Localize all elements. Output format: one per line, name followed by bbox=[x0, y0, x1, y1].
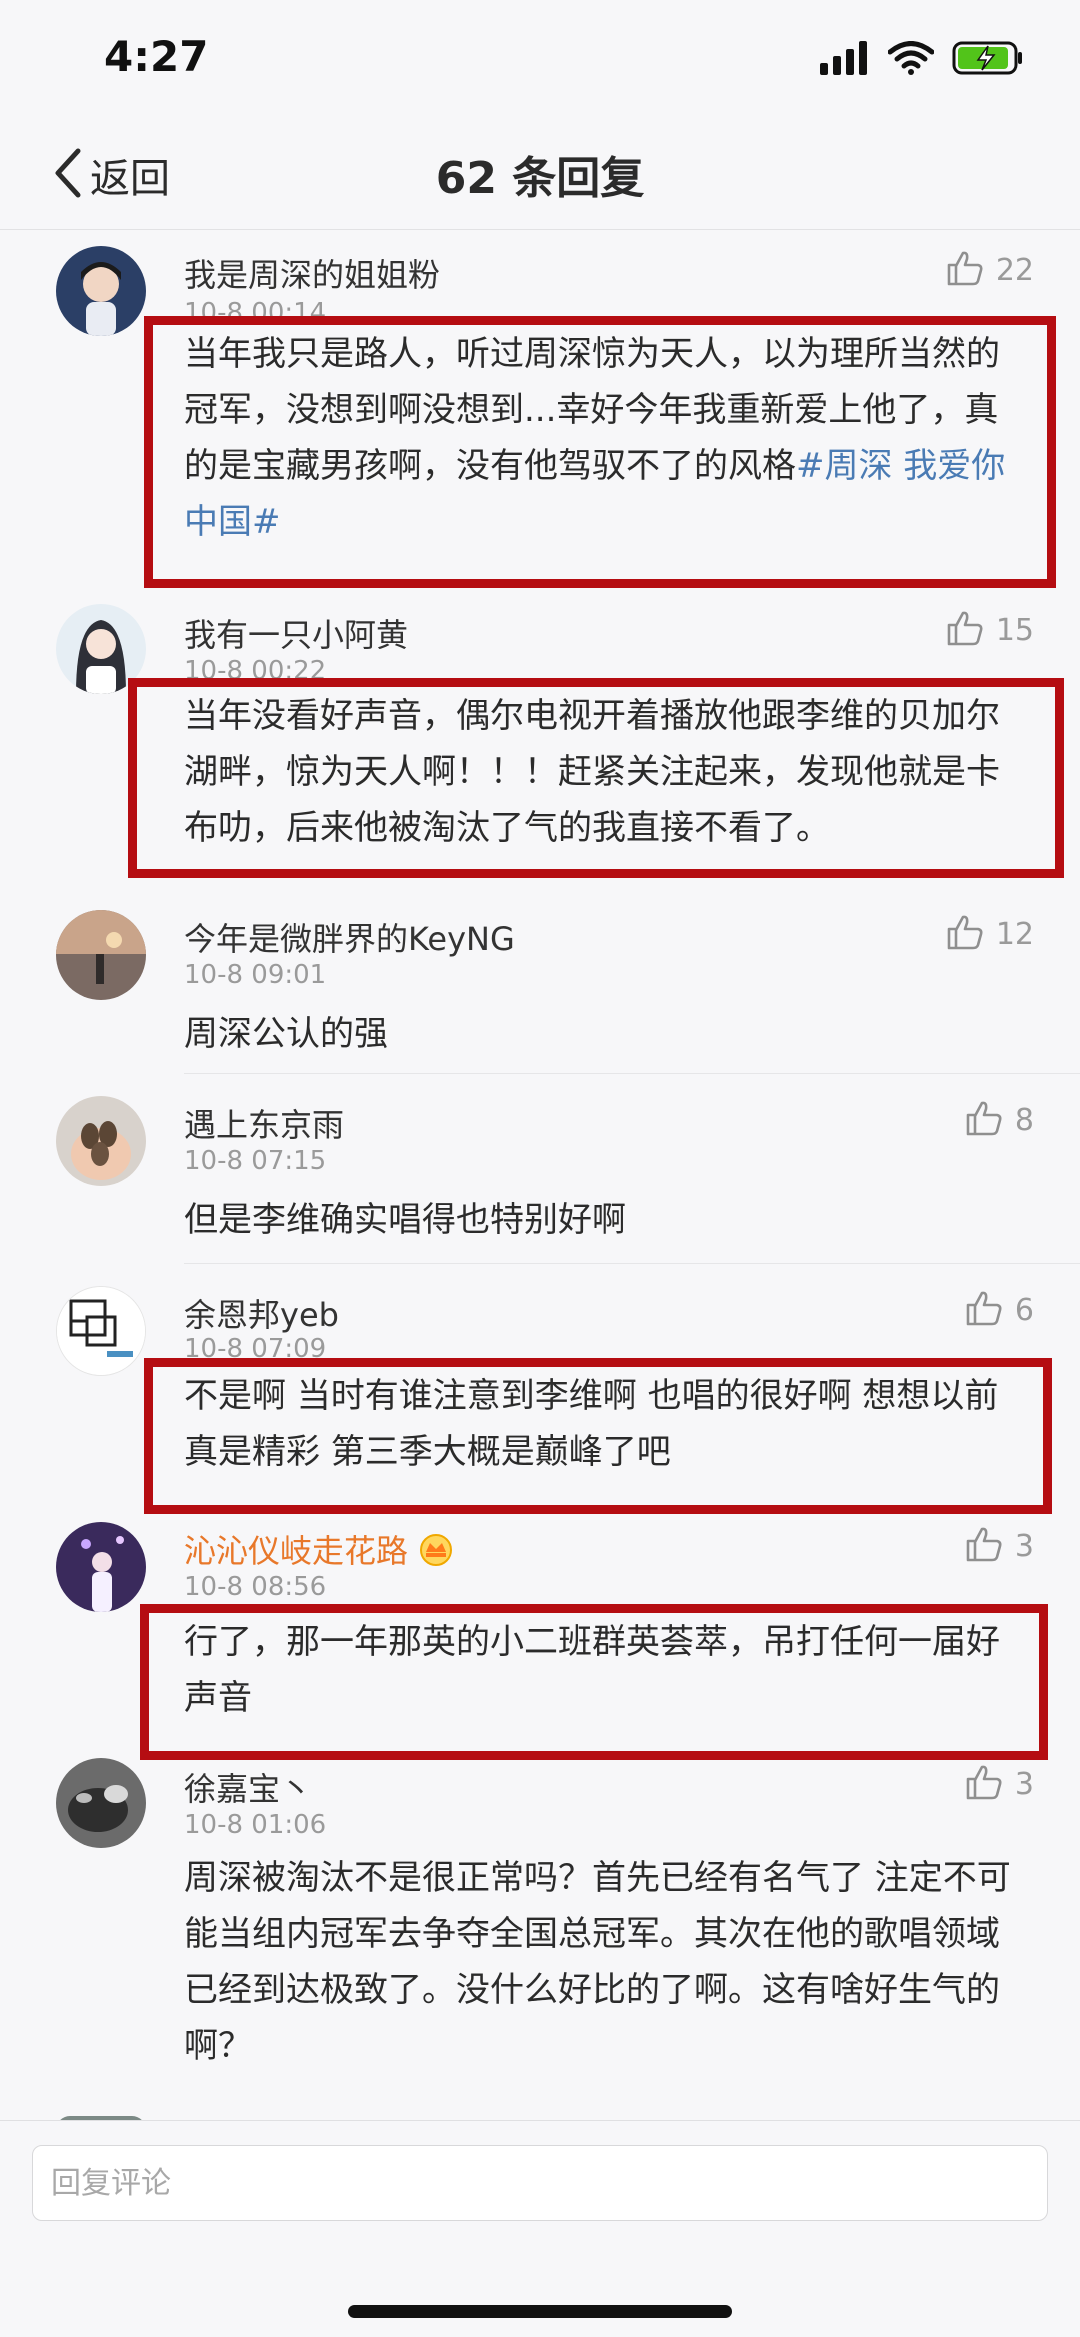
thumb-up-icon bbox=[965, 1100, 1003, 1140]
vip-badge-icon bbox=[416, 1532, 456, 1574]
back-button[interactable]: 返回 bbox=[52, 140, 170, 210]
thumb-up-icon bbox=[965, 1526, 1003, 1566]
divider bbox=[184, 1263, 1080, 1264]
like-count: 12 bbox=[995, 916, 1034, 952]
signal-icon bbox=[820, 41, 870, 79]
timestamp: 10-8 00:14 bbox=[184, 298, 327, 328]
timestamp: 10-8 01:06 bbox=[184, 1810, 327, 1840]
like-count: 22 bbox=[995, 252, 1034, 288]
reply-input[interactable] bbox=[32, 2145, 1048, 2221]
thumb-up-icon bbox=[946, 250, 984, 290]
comment-item: 沁沁仪岐走花路 10-8 08:56 3 行了，那一年那英的小二班群英荟萃，吊打… bbox=[0, 1510, 1080, 1772]
like-button[interactable]: 3 bbox=[965, 1526, 1034, 1566]
like-count: 3 bbox=[1014, 1766, 1034, 1802]
like-button[interactable]: 6 bbox=[965, 1290, 1034, 1330]
avatar[interactable] bbox=[56, 246, 146, 336]
battery-charging-icon bbox=[952, 40, 1024, 80]
back-chevron-icon bbox=[52, 147, 82, 203]
thumb-up-icon bbox=[946, 914, 984, 954]
like-count: 6 bbox=[1014, 1292, 1034, 1328]
back-label: 返回 bbox=[90, 156, 170, 202]
nav-bar: 返回 62 条回复 bbox=[0, 120, 1080, 230]
comment-text: 行了，那一年那英的小二班群英荟萃，吊打任何一届好声音 bbox=[184, 1622, 1000, 1718]
comment-text: 周深公认的强 bbox=[184, 1014, 388, 1054]
username[interactable]: 徐嘉宝丶 bbox=[184, 1764, 312, 1810]
username[interactable]: 遇上东京雨 bbox=[184, 1100, 344, 1146]
like-button[interactable]: 3 bbox=[965, 1764, 1034, 1804]
username[interactable]: 我有一只小阿黄 bbox=[184, 610, 408, 656]
thumb-up-icon bbox=[965, 1290, 1003, 1330]
timestamp: 10-8 07:15 bbox=[184, 1146, 327, 1176]
wifi-icon bbox=[887, 41, 935, 79]
avatar[interactable] bbox=[56, 1758, 146, 1848]
like-button[interactable]: 12 bbox=[946, 914, 1034, 954]
avatar[interactable] bbox=[56, 1096, 146, 1186]
username-text: 沁沁仪岐走花路 bbox=[184, 1532, 409, 1570]
timestamp: 10-8 00:22 bbox=[184, 656, 327, 686]
like-count: 15 bbox=[995, 612, 1034, 648]
like-count: 8 bbox=[1014, 1102, 1034, 1138]
status-time: 4:27 bbox=[104, 32, 209, 81]
username[interactable]: 沁沁仪岐走花路 bbox=[184, 1526, 456, 1574]
status-bar: 4:27 bbox=[0, 0, 1080, 120]
reply-bar bbox=[0, 2120, 1080, 2337]
screen: 4:27 返回 62 条回复 我是周深的姐姐粉 10-8 00:14 22 当年… bbox=[0, 0, 1080, 2337]
comment-text: 当年我只是路人，听过周深惊为天人，以为理所当然的冠军，没想到啊没想到...幸好今… bbox=[184, 326, 1024, 550]
thumb-up-icon bbox=[965, 1764, 1003, 1804]
timestamp: 10-8 09:01 bbox=[184, 960, 327, 990]
timestamp: 10-8 07:09 bbox=[184, 1334, 327, 1364]
comment-item: 今年是微胖界的KeyNG 10-8 09:01 12 周深公认的强 bbox=[0, 896, 1080, 1074]
avatar[interactable] bbox=[56, 1286, 146, 1376]
like-count: 3 bbox=[1014, 1528, 1034, 1564]
thumb-up-icon bbox=[946, 610, 984, 650]
username[interactable]: 今年是微胖界的KeyNG bbox=[184, 914, 515, 960]
divider bbox=[184, 1073, 1080, 1074]
avatar[interactable] bbox=[56, 604, 146, 694]
comment-text: 当年没看好声音，偶尔电视开着播放他跟李维的贝加尔湖畔，惊为天人啊！！！赶紧关注起… bbox=[184, 696, 1000, 848]
comment-text: 但是李维确实唱得也特别好啊 bbox=[184, 1200, 626, 1240]
timestamp: 10-8 08:56 bbox=[184, 1572, 327, 1602]
comment-item: 余恩邦yeb 10-8 07:09 6 不是啊 当时有谁注意到李维啊 也唱的很好… bbox=[0, 1272, 1080, 1530]
like-button[interactable]: 22 bbox=[946, 250, 1034, 290]
avatar[interactable] bbox=[56, 910, 146, 1000]
comment-text: 不是啊 当时有谁注意到李维啊 也唱的很好啊 想想以前真是精彩 第三季大概是巅峰了… bbox=[184, 1376, 999, 1472]
home-indicator bbox=[348, 2305, 732, 2318]
like-button[interactable]: 15 bbox=[946, 610, 1034, 650]
like-button[interactable]: 8 bbox=[965, 1100, 1034, 1140]
comment-text: 周深被淘汰不是很正常吗？首先已经有名气了 注定不可能当组内冠军去争夺全国总冠军。… bbox=[184, 1858, 1011, 2066]
comment-item: 我是周深的姐姐粉 10-8 00:14 22 当年我只是路人，听过周深惊为天人，… bbox=[0, 232, 1080, 588]
avatar[interactable] bbox=[56, 1522, 146, 1612]
comment-item: 徐嘉宝丶 10-8 01:06 3 周深被淘汰不是很正常吗？首先已经有名气了 注… bbox=[0, 1750, 1080, 2140]
comment-item: 我有一只小阿黄 10-8 00:22 15 当年没看好声音，偶尔电视开着播放他跟… bbox=[0, 596, 1080, 878]
comment-item: 遇上东京雨 10-8 07:15 8 但是李维确实唱得也特别好啊 bbox=[0, 1082, 1080, 1264]
status-icons bbox=[820, 40, 1024, 80]
username[interactable]: 余恩邦yeb bbox=[184, 1290, 339, 1336]
username[interactable]: 我是周深的姐姐粉 bbox=[184, 250, 440, 296]
